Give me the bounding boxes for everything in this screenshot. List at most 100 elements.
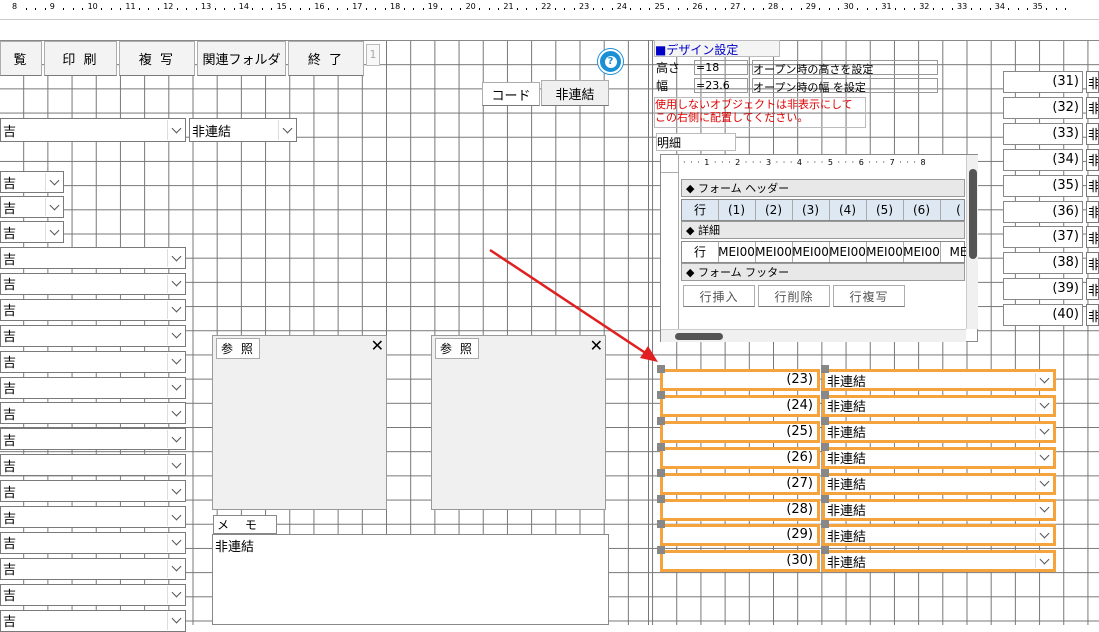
chevron-down-icon[interactable] bbox=[45, 223, 62, 241]
chevron-down-icon[interactable] bbox=[167, 404, 184, 423]
form-footer-bar[interactable]: ◆ フォーム フッター bbox=[681, 263, 965, 281]
chevron-down-icon[interactable] bbox=[167, 430, 184, 449]
chevron-down-icon[interactable] bbox=[167, 352, 184, 371]
row-combo[interactable]: 非連結 bbox=[822, 369, 1056, 391]
chevron-down-icon[interactable] bbox=[1035, 398, 1052, 413]
header-cell[interactable]: (6) bbox=[903, 200, 941, 220]
long-combo[interactable]: 吉 bbox=[0, 583, 186, 606]
row-number-label[interactable]: (40) bbox=[1003, 304, 1083, 327]
chevron-down-icon[interactable] bbox=[167, 456, 184, 475]
tab-code[interactable]: コード bbox=[482, 82, 540, 106]
footer-button[interactable]: 行挿入 bbox=[683, 285, 755, 307]
chevron-down-icon[interactable] bbox=[167, 249, 184, 267]
row-number-label[interactable]: (23) bbox=[660, 369, 820, 391]
related-folder-button[interactable]: 関連フォルダ bbox=[197, 41, 286, 76]
move-handle[interactable] bbox=[821, 468, 829, 477]
chevron-down-icon[interactable] bbox=[167, 585, 184, 604]
copy-button[interactable]: 複 写 bbox=[119, 41, 195, 76]
row-combo[interactable]: 非連結 bbox=[822, 472, 1056, 495]
move-handle[interactable] bbox=[821, 416, 829, 425]
detail-cell[interactable]: MEI00 bbox=[903, 242, 941, 262]
row-combo[interactable]: 非 bbox=[1086, 304, 1099, 327]
chevron-down-icon[interactable] bbox=[167, 559, 184, 578]
width-value[interactable]: =23.6 bbox=[694, 78, 748, 93]
long-combo[interactable]: 吉 bbox=[0, 247, 186, 269]
vertical-scroll-thumb[interactable] bbox=[969, 169, 977, 259]
row-combo[interactable]: 非連結 bbox=[822, 550, 1056, 573]
detail-cell[interactable]: 行 bbox=[682, 242, 719, 262]
move-handle[interactable] bbox=[657, 494, 665, 503]
header-cell[interactable]: (4) bbox=[829, 200, 867, 220]
row-number-label[interactable]: (28) bbox=[660, 498, 820, 521]
row-combo[interactable]: 非 bbox=[1086, 122, 1099, 145]
detail-cell[interactable]: MEI00 bbox=[755, 242, 793, 262]
header-cell[interactable]: (1) bbox=[718, 200, 756, 220]
row-number-label[interactable]: (37) bbox=[1003, 226, 1083, 249]
long-combo[interactable]: 吉 bbox=[0, 506, 186, 528]
row-number-label[interactable]: (35) bbox=[1003, 174, 1083, 197]
row-combo[interactable]: 非連結 bbox=[822, 498, 1056, 521]
header-cell[interactable]: 行 bbox=[682, 200, 719, 220]
row-number-label[interactable]: (31) bbox=[1003, 71, 1083, 93]
row-number-label[interactable]: (27) bbox=[660, 472, 820, 495]
footer-button[interactable]: 行複写 bbox=[833, 285, 905, 307]
chevron-down-icon[interactable] bbox=[167, 326, 184, 345]
move-handle[interactable] bbox=[821, 520, 829, 529]
row-number-label[interactable]: (38) bbox=[1003, 252, 1083, 275]
chevron-down-icon[interactable] bbox=[167, 274, 184, 293]
small-combo[interactable]: 吉 bbox=[0, 171, 64, 193]
move-handle[interactable] bbox=[821, 442, 829, 451]
row-combo[interactable]: 非連結 bbox=[822, 446, 1056, 469]
long-combo[interactable]: 吉 bbox=[0, 298, 186, 321]
row-combo[interactable]: 非 bbox=[1086, 226, 1099, 249]
detail-cell[interactable]: MEI00 bbox=[718, 242, 756, 262]
tab-unlinked[interactable]: 非連結 bbox=[541, 80, 609, 106]
header-cell[interactable]: (3) bbox=[792, 200, 830, 220]
long-combo[interactable]: 吉 bbox=[0, 350, 186, 373]
detail-cell[interactable]: MEI00 bbox=[866, 242, 904, 262]
view-button[interactable]: 覧 bbox=[0, 41, 42, 76]
move-handle[interactable] bbox=[821, 494, 829, 503]
close-icon[interactable]: ✕ bbox=[371, 336, 384, 355]
chevron-down-icon[interactable] bbox=[167, 378, 184, 397]
row-number-label[interactable]: (39) bbox=[1003, 278, 1083, 301]
long-combo[interactable]: 吉 bbox=[0, 428, 186, 451]
close-button[interactable]: 終 了 bbox=[288, 41, 364, 76]
row-combo[interactable]: 非 bbox=[1086, 200, 1099, 223]
long-combo[interactable]: 吉 bbox=[0, 272, 186, 295]
move-handle[interactable] bbox=[657, 520, 665, 529]
row-combo[interactable]: 非 bbox=[1086, 148, 1099, 171]
small-combo[interactable]: 吉 bbox=[0, 221, 64, 243]
chevron-down-icon[interactable] bbox=[1035, 528, 1052, 543]
long-combo[interactable]: 吉 bbox=[0, 324, 186, 347]
horizontal-scrollbar[interactable] bbox=[661, 329, 966, 342]
chevron-down-icon[interactable] bbox=[1035, 450, 1052, 465]
wide-combo[interactable]: 吉 bbox=[0, 118, 186, 142]
long-combo[interactable]: 吉 bbox=[0, 376, 186, 399]
chevron-down-icon[interactable] bbox=[1035, 476, 1052, 491]
horizontal-scroll-thumb[interactable] bbox=[675, 333, 723, 340]
move-handle[interactable] bbox=[657, 416, 665, 425]
header-cell[interactable]: (2) bbox=[755, 200, 793, 220]
row-number-label[interactable]: (33) bbox=[1003, 122, 1083, 145]
chevron-down-icon[interactable] bbox=[45, 173, 62, 191]
question-circle-icon[interactable]: ? bbox=[598, 49, 623, 74]
mid-combo[interactable]: 非連結 bbox=[189, 118, 297, 142]
small-combo[interactable]: 吉 bbox=[0, 196, 64, 218]
row-number-label[interactable]: (26) bbox=[660, 446, 820, 469]
long-combo[interactable]: 吉 bbox=[0, 454, 186, 477]
chevron-down-icon[interactable] bbox=[1035, 424, 1052, 439]
long-combo[interactable]: 吉 bbox=[0, 531, 186, 554]
detail-section-bar[interactable]: ◆ 詳細 bbox=[681, 221, 965, 239]
row-combo[interactable]: 非連結 bbox=[822, 420, 1056, 443]
subform-select-box[interactable] bbox=[661, 155, 679, 173]
row-combo[interactable]: 非 bbox=[1086, 96, 1099, 119]
chevron-down-icon[interactable] bbox=[278, 120, 295, 140]
chevron-down-icon[interactable] bbox=[167, 120, 184, 140]
move-handle[interactable] bbox=[657, 468, 665, 477]
move-handle[interactable] bbox=[821, 390, 829, 399]
chevron-down-icon[interactable] bbox=[1035, 502, 1052, 517]
row-combo[interactable]: 非 bbox=[1086, 71, 1099, 93]
row-combo[interactable]: 非連結 bbox=[822, 524, 1056, 547]
move-handle[interactable] bbox=[657, 546, 665, 555]
